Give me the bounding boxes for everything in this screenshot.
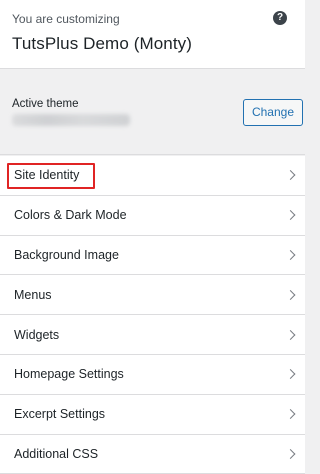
customizer-sections: Site Identity Colors & Dark Mode Backgro… [0,156,305,474]
section-colors-dark-mode[interactable]: Colors & Dark Mode [0,195,305,236]
site-title: TutsPlus Demo (Monty) [12,34,193,53]
chevron-right-icon [285,409,296,420]
chevron-right-icon [285,369,296,380]
theme-name-redacted [12,114,130,126]
section-background-image[interactable]: Background Image [0,235,305,276]
theme-spacer [0,143,305,155]
section-menus[interactable]: Menus [0,275,305,316]
header-spacer [0,70,305,84]
chevron-right-icon [285,449,296,459]
chevron-right-icon [285,289,296,300]
chevron-right-icon [285,170,296,181]
section-excerpt-settings[interactable]: Excerpt Settings [0,394,305,435]
section-label: Site Identity [14,168,80,183]
section-label: Excerpt Settings [14,407,106,422]
active-theme-label: Active theme [12,98,79,110]
section-label: Background Image [14,247,119,262]
section-additional-css[interactable]: Additional CSS [0,434,305,474]
customizing-label: You are customizing [12,12,120,26]
section-label: Widgets [14,327,60,342]
section-site-identity[interactable]: Site Identity [0,156,305,196]
customizer-header: You are customizing TutsPlus Demo (Monty… [0,0,305,69]
section-widgets[interactable]: Widgets [0,315,305,355]
help-icon[interactable]: ? [273,11,287,25]
section-label: Menus [14,287,52,302]
chevron-right-icon [285,210,296,221]
section-label: Additional CSS [14,446,99,461]
section-label: Colors & Dark Mode [14,208,127,223]
chevron-right-icon [285,250,296,260]
chevron-right-icon [285,329,296,340]
section-homepage-settings[interactable]: Homepage Settings [0,354,305,395]
change-theme-button[interactable]: Change [243,99,303,126]
section-label: Homepage Settings [14,367,124,382]
